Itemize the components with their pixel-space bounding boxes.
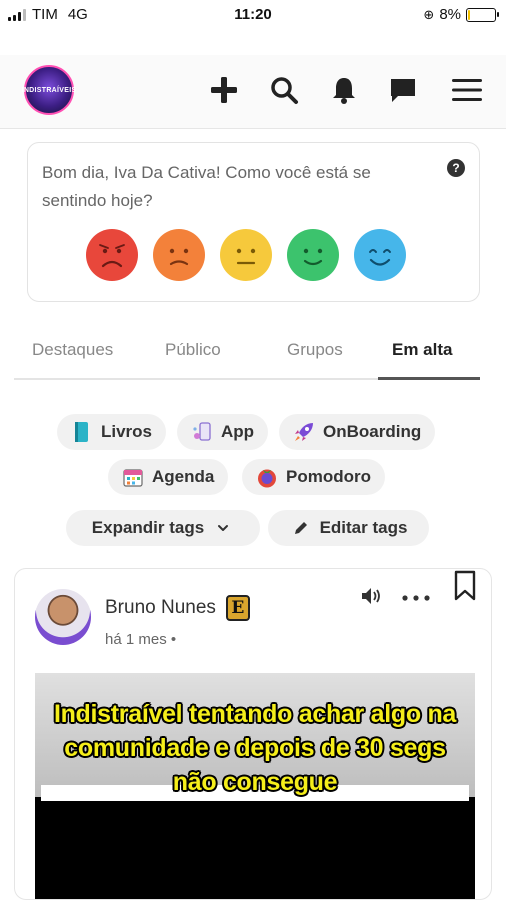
tab-em-alta[interactable]: Em alta [392,340,452,360]
bell-icon[interactable] [327,73,361,107]
more-options-icon[interactable] [400,585,432,611]
status-bar: TIM 4G 11:20 ⊕ 8% [0,0,506,30]
tag-label: Livros [101,422,153,441]
app-icon [191,421,213,443]
very-sad-face-icon[interactable] [86,229,138,281]
tag-label: OnBoarding [323,422,422,441]
book-icon [71,421,93,443]
tag-label: App [221,422,255,441]
app-logo[interactable]: INDISTRAÍVEIS [21,65,77,115]
tag-pomodoro[interactable]: Pomodoro [242,459,385,495]
expand-tags-label: Expandir tags [91,518,205,537]
expand-tags-button[interactable]: Expandir tags [66,510,260,546]
tag-onboarding[interactable]: OnBoarding [279,414,436,450]
mood-faces [86,229,406,281]
tab-grupos[interactable]: Grupos [287,340,343,360]
tag-agenda[interactable]: Agenda [108,459,229,495]
very-happy-face-icon[interactable] [354,229,406,281]
edit-tags-button[interactable]: Editar tags [268,510,429,546]
tag-label: Pomodoro [286,467,371,486]
tab-publico[interactable]: Público [165,340,221,360]
active-tab-indicator [378,377,480,380]
post-video[interactable]: Indistraível tentando achar algo na comu… [35,673,475,899]
chevron-down-icon [212,517,234,539]
tag-label: Agenda [152,467,215,486]
meta-separator: • [170,631,177,648]
logo-text: INDISTRAÍVEIS [21,86,77,94]
battery-icon [466,7,499,22]
help-icon[interactable]: ? [447,159,465,177]
post-meta: há 1 mes • [105,631,176,648]
post-card: Bruno Nunes E há 1 mes • Indistraível te… [14,568,492,900]
battery-fill [468,9,471,20]
post-author-row: Bruno Nunes E [105,595,250,621]
bookmark-icon[interactable] [451,569,479,603]
caption-line: comunidade e depois de 30 segs [64,734,446,762]
tag-app[interactable]: App [177,414,269,450]
search-icon[interactable] [267,73,301,107]
mood-question: Bom dia, Iva Da Cativa! Como você está s… [42,163,371,210]
pencil-icon [290,517,312,539]
happy-face-icon[interactable] [287,229,339,281]
orientation-lock-icon: ⊕ [423,6,435,22]
post-author[interactable]: Bruno Nunes [105,597,216,619]
tag-livros[interactable]: Livros [57,414,167,450]
rocket-icon [293,421,315,443]
chat-icon[interactable] [386,73,420,107]
calendar-icon [122,466,144,488]
menu-icon[interactable] [450,73,484,107]
author-badge: E [225,595,250,621]
app-header: INDISTRAÍVEIS [0,55,506,129]
tab-destaques[interactable]: Destaques [32,340,113,360]
video-caption: Indistraível tentando achar algo na comu… [35,697,475,799]
tomato-icon [256,466,278,488]
avatar[interactable] [35,589,91,645]
mood-card: Bom dia, Iva Da Cativa! Como você está s… [27,142,480,302]
speaker-icon[interactable] [359,583,385,609]
neutral-face-icon[interactable] [220,229,272,281]
caption-line: não consegue [172,768,338,796]
feed-tabs: Destaques Público Grupos Em alta [14,328,480,380]
post-time: há 1 mes [105,631,167,648]
sad-face-icon[interactable] [153,229,205,281]
plus-icon[interactable] [207,73,241,107]
status-right: ⊕ 8% [423,6,499,23]
edit-tags-label: Editar tags [319,518,408,537]
battery-percent: 8% [439,6,461,23]
caption-line: Indistraível tentando achar algo na [53,700,457,728]
